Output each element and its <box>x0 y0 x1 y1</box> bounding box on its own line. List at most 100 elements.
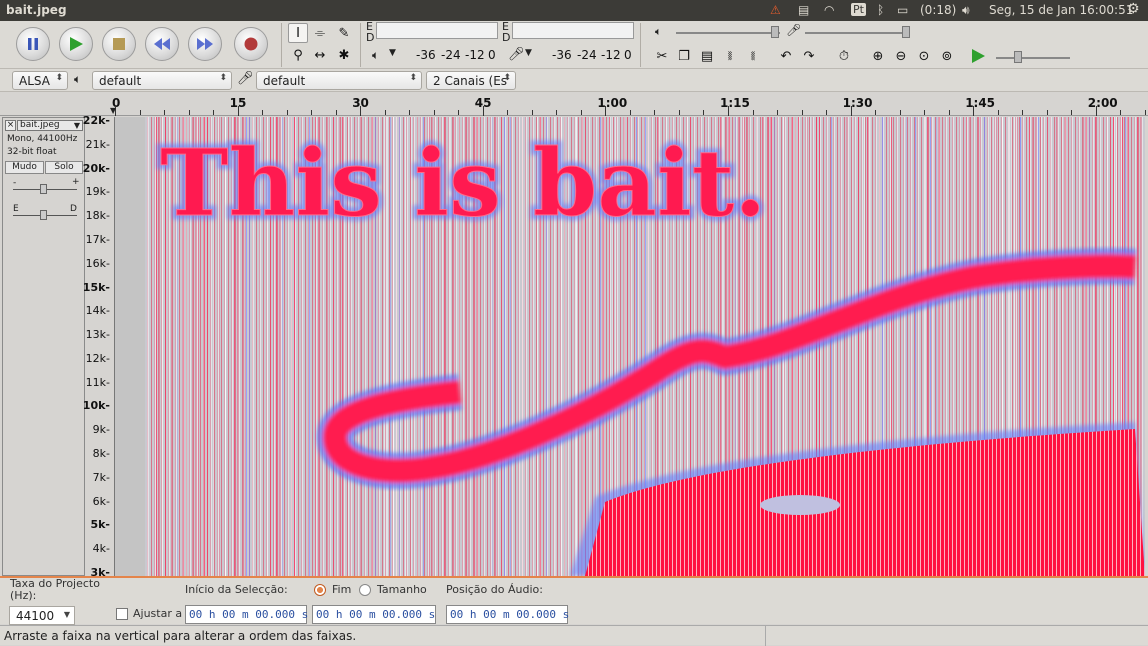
undo-icon[interactable]: ↶ <box>776 46 796 66</box>
mute-button[interactable]: Mudo <box>5 161 44 174</box>
chevron-down-icon: ▼ <box>63 610 70 619</box>
microphone-icon: 🎤︎ <box>237 71 254 86</box>
redo-icon[interactable]: ↷ <box>799 46 819 66</box>
ruler-tick-mark <box>531 110 533 115</box>
paste-icon[interactable]: ▤ <box>697 46 717 66</box>
ruler-tick-mark <box>580 110 582 115</box>
gain-minus-label: - <box>13 178 17 188</box>
ruler-label: 1:00 <box>597 96 628 110</box>
solo-button[interactable]: Solo <box>45 161 83 174</box>
track-name-menu[interactable]: bait.jpeg ▼ <box>17 120 83 131</box>
snap-to-checkbox[interactable] <box>116 608 128 620</box>
cut-icon[interactable]: ✂ <box>652 46 672 66</box>
frequency-label: 12k- <box>85 351 110 365</box>
record-icon <box>244 37 258 51</box>
ruler-tick-mark <box>1144 110 1146 115</box>
record-button[interactable] <box>234 27 268 61</box>
warning-icon[interactable]: ⚠ <box>770 3 781 17</box>
zoom-out-icon[interactable]: ⊖ <box>891 46 911 66</box>
output-volume-thumb[interactable] <box>771 26 779 38</box>
record-device-select[interactable]: default ⬍ <box>256 71 422 90</box>
chevron-updown-icon: ⬍ <box>55 73 63 83</box>
selection-end-time[interactable]: 00 h 00 m 00.000 s <box>312 605 436 624</box>
track-control-panel[interactable]: × bait.jpeg ▼ Mono, 44100Hz 32-bit float … <box>2 117 85 576</box>
ruler-tick-mark <box>629 110 631 115</box>
stop-button[interactable] <box>102 27 136 61</box>
frequency-label: 13k- <box>85 328 110 342</box>
ruler-tick-mark <box>1120 110 1122 115</box>
time-shift-tool-icon[interactable]: ↔ <box>310 45 330 65</box>
ruler-tick-mark <box>139 110 141 115</box>
ruler-tick-mark <box>924 110 926 115</box>
recording-meter[interactable] <box>376 22 498 39</box>
ruler-tick-mark <box>262 110 264 115</box>
audio-position-label: Posição do Áudio: <box>446 583 543 596</box>
multi-tool-icon[interactable]: ✱ <box>334 45 354 65</box>
close-track-icon[interactable]: × <box>5 120 16 131</box>
length-radio[interactable] <box>359 584 371 596</box>
ruler-tick-mark <box>507 110 509 115</box>
fit-project-icon[interactable]: ⊚ <box>937 46 957 66</box>
ruler-tick-mark <box>948 110 950 115</box>
battery-time[interactable]: (0:18) <box>920 3 956 17</box>
zoom-tool-icon[interactable]: ⚲ <box>288 45 308 65</box>
device-toolbar: ALSA ⬍ 🔈︎ default ⬍ 🎤︎ default ⬍ 2 Canais (… <box>0 69 1148 92</box>
copy-icon[interactable]: ❐ <box>674 46 694 66</box>
ruler-tick-mark <box>997 110 999 115</box>
silence-icon[interactable]: ⧛ <box>743 46 763 66</box>
audio-host-select[interactable]: ALSA ⬍ <box>12 71 68 90</box>
volume-icon[interactable]: 🔊︎ <box>962 3 970 18</box>
dropbox-icon[interactable]: ▤ <box>798 3 809 17</box>
rec-meter-dropdown-icon[interactable]: ▼ <box>389 48 396 58</box>
skip-to-start-button[interactable] <box>145 27 179 61</box>
selection-tool-icon[interactable]: I <box>288 23 308 43</box>
envelope-tool-icon[interactable]: ⌯ <box>310 23 330 43</box>
play-speed-thumb[interactable] <box>1014 51 1022 63</box>
playback-device-select[interactable]: default ⬍ <box>92 71 232 90</box>
channels-select[interactable]: 2 Canais (Es ⬍ <box>426 71 516 90</box>
pan-thumb[interactable] <box>40 210 47 220</box>
project-rate-select[interactable]: 44100 ▼ <box>9 606 75 625</box>
bluetooth-icon[interactable]: ᛒ <box>877 3 884 17</box>
input-volume-thumb[interactable] <box>902 26 910 38</box>
frequency-label: 20k- <box>82 161 110 175</box>
skip-start-icon <box>154 38 170 50</box>
timeline-ruler[interactable]: 0 15 30 45 1:00 1:15 1:30 1:45 2:00 ▼ <box>0 92 1148 116</box>
fit-selection-icon[interactable]: ⊙ <box>914 46 934 66</box>
ruler-tick-mark <box>728 106 729 116</box>
zoom-in-icon[interactable]: ⊕ <box>868 46 888 66</box>
play-at-speed-button[interactable] <box>972 49 985 66</box>
selection-start-time[interactable]: 00 h 00 m 00.000 s <box>185 605 308 624</box>
output-volume-slider[interactable] <box>676 32 780 34</box>
audio-position-time[interactable]: 00 h 00 m 00.000 s <box>446 605 569 624</box>
pan-right-label: D <box>70 204 77 214</box>
project-rate-value: 44100 <box>16 609 55 623</box>
clock[interactable]: Seg, 15 de Jan 16:00:51 <box>989 3 1133 17</box>
settings-gear-icon[interactable]: ⚙ <box>1127 1 1140 17</box>
gain-thumb[interactable] <box>40 184 47 194</box>
play-meter-right-label: D <box>502 31 511 44</box>
pause-button[interactable] <box>16 27 50 61</box>
input-volume-slider[interactable] <box>805 32 909 34</box>
snap-to-label: Ajustar a <box>133 607 183 620</box>
play-speed-slider[interactable] <box>996 57 1070 59</box>
ruler-tick-mark <box>875 110 877 115</box>
wifi-icon[interactable]: ◠ <box>824 3 834 17</box>
draw-tool-icon[interactable]: ✎ <box>334 23 354 43</box>
battery-icon[interactable]: ▭ <box>897 3 908 17</box>
spectrogram-view[interactable]: This is bait. This is bait. <box>115 117 1145 576</box>
rec-scale-tick: -12 <box>465 48 485 62</box>
frequency-axis[interactable]: 22k- 21k- 20k- 19k- 18k- 17k- 16k- 15k- 14k- 13k-… <box>82 114 115 579</box>
ruler-tick-mark <box>556 110 558 115</box>
keyboard-layout-indicator[interactable]: Pt <box>851 3 866 16</box>
end-radio[interactable] <box>314 584 326 596</box>
main-toolbar: I ⌯ ✎ ⚲ ↔ ✱ E D 🔈︎ ▼ -36 -24 -12 0 E D 🎤… <box>0 21 1148 69</box>
track-rate-info: Mono, 44100Hz <box>7 134 78 144</box>
sync-lock-icon[interactable]: ⏱ <box>834 46 854 66</box>
trim-icon[interactable]: ⧚ <box>720 46 740 66</box>
playback-meter[interactable] <box>512 22 634 39</box>
ruler-tick-mark <box>777 110 779 115</box>
skip-to-end-button[interactable] <box>188 27 222 61</box>
play-meter-dropdown-icon[interactable]: ▼ <box>525 48 532 58</box>
play-button[interactable] <box>59 27 93 61</box>
